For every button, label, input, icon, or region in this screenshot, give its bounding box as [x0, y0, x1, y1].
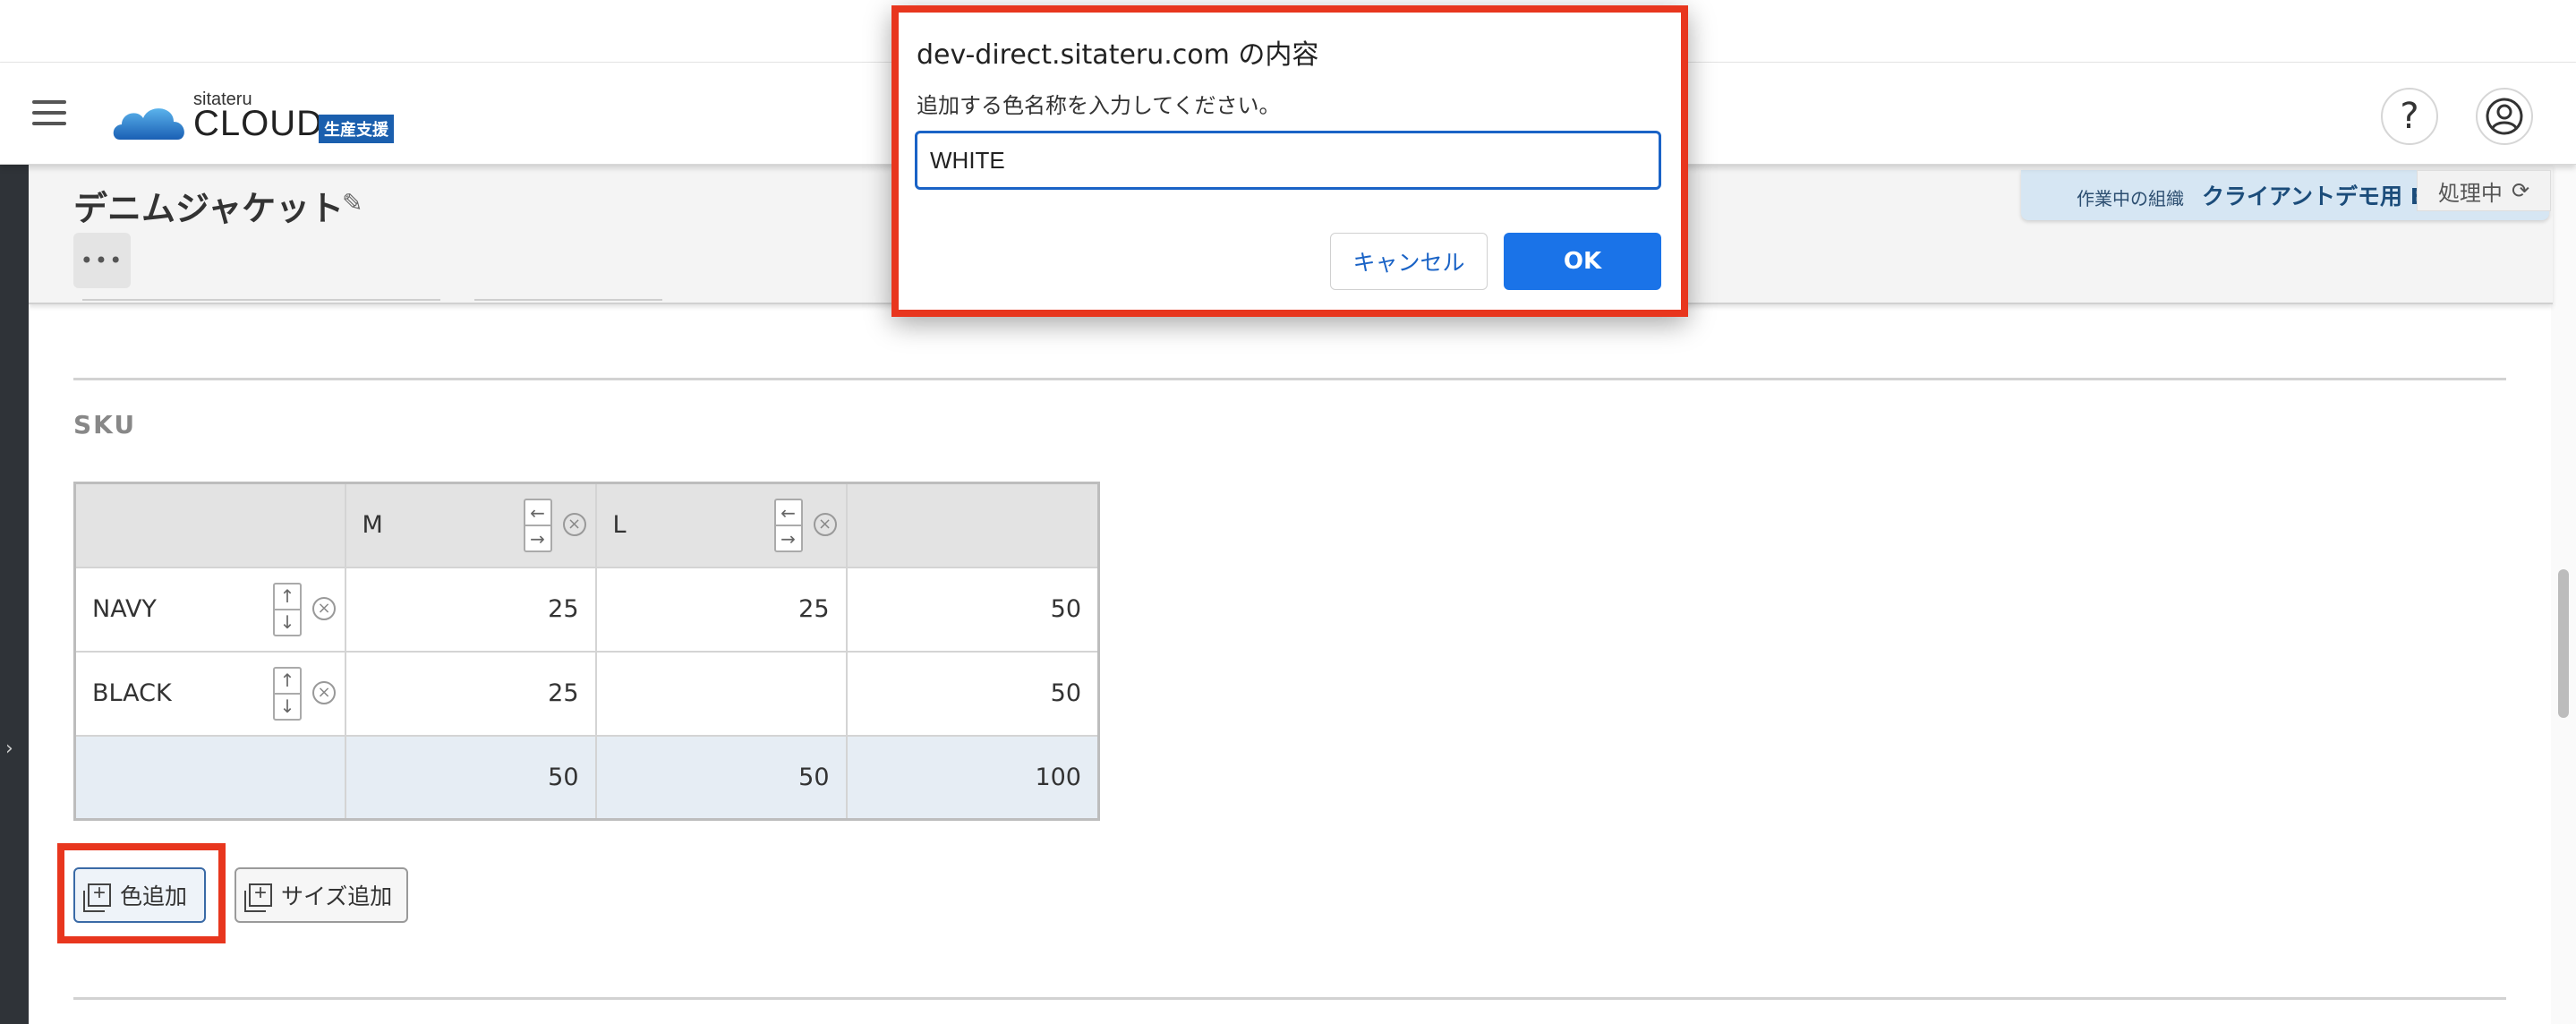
chevron-right-icon[interactable]: ›: [5, 738, 13, 760]
table-row: BLACK ↑ ↓ × 25 50: [73, 650, 1100, 737]
totals-label-cell: [73, 734, 346, 821]
add-box-icon: [83, 881, 111, 912]
logo-main-text: CLOUD: [193, 104, 324, 143]
close-circle-icon[interactable]: ×: [312, 596, 336, 620]
table-header-row: M ← → × L ← → ×: [73, 482, 1100, 568]
add-size-label: サイズ追加: [281, 884, 393, 909]
totals-row: 50 50 100: [73, 734, 1100, 821]
arrow-down-icon[interactable]: ↓: [275, 608, 300, 635]
section-divider: [73, 378, 2506, 380]
close-circle-icon[interactable]: ×: [562, 513, 586, 536]
size-label: M: [362, 511, 383, 540]
table-row: NAVY ↑ ↓ × 25 25 50: [73, 566, 1100, 653]
sku-heading: SKU: [73, 410, 137, 439]
ok-button[interactable]: OK: [1504, 233, 1661, 290]
cancel-button[interactable]: キャンセル: [1330, 233, 1488, 290]
hamburger-menu-icon[interactable]: [32, 100, 66, 127]
user-glyph: [2486, 98, 2523, 135]
prompt-dialog: dev-direct.sitateru.com の内容 追加する色名称を入力して…: [891, 5, 1688, 317]
color-label: NAVY: [92, 595, 157, 623]
section-divider: [73, 997, 2506, 1000]
add-color-label: 色追加: [120, 884, 188, 909]
size-reorder-control[interactable]: ← →: [773, 499, 803, 552]
arrow-up-icon[interactable]: ↑: [275, 585, 300, 609]
sku-table: M ← → × L ← → × NAVY ↑ ↓ × 25 25 50 BLAC…: [73, 482, 1100, 821]
left-sidebar-rail[interactable]: ›: [0, 165, 29, 1024]
size-column-l: L ← → ×: [594, 482, 848, 568]
size-label: L: [612, 511, 627, 540]
add-box-icon: [244, 881, 272, 912]
processing-indicator: 処理中 ⟳: [2417, 170, 2551, 211]
arrow-down-icon[interactable]: ↓: [275, 692, 300, 719]
column-total-cell: 50: [344, 734, 597, 821]
quantity-cell[interactable]: 25: [594, 566, 848, 653]
grand-total-cell: 100: [845, 734, 1100, 821]
sitateru-cloud-logo[interactable]: sitateru CLOUD 生産支援: [111, 90, 406, 143]
processing-label: 処理中: [2437, 180, 2503, 206]
more-glyph: •••: [80, 248, 124, 273]
color-name-input[interactable]: [915, 131, 1661, 190]
close-circle-icon[interactable]: ×: [312, 680, 336, 704]
page-title: デニムジャケット: [73, 189, 345, 228]
refresh-icon[interactable]: ⟳: [2512, 178, 2529, 203]
add-color-button[interactable]: 色追加: [73, 867, 206, 923]
arrow-left-icon[interactable]: ←: [525, 500, 550, 525]
color-cell-navy: NAVY ↑ ↓ ×: [73, 566, 346, 653]
row-total-cell: 50: [845, 650, 1100, 737]
dialog-message: 追加する色名称を入力してください。: [917, 93, 1281, 118]
row-total-cell: 50: [845, 566, 1100, 653]
pencil-icon[interactable]: ✎: [342, 188, 363, 218]
quantity-cell[interactable]: 25: [344, 566, 597, 653]
question-mark-icon[interactable]: ?: [2381, 88, 2438, 145]
arrow-up-icon[interactable]: ↑: [275, 669, 300, 693]
quantity-cell[interactable]: 25: [344, 650, 597, 737]
column-total-cell: 50: [594, 734, 848, 821]
arrow-left-icon[interactable]: ←: [776, 500, 801, 525]
help-glyph: ?: [2400, 96, 2419, 137]
arrow-right-icon[interactable]: →: [525, 525, 550, 550]
color-reorder-control[interactable]: ↑ ↓: [273, 666, 302, 721]
size-reorder-control[interactable]: ← →: [523, 499, 552, 552]
more-options-button[interactable]: •••: [73, 233, 131, 288]
tab-underline: [82, 299, 440, 304]
arrow-right-icon[interactable]: →: [775, 525, 801, 550]
table-header-cell: [73, 482, 346, 568]
org-label: 作業中の組織: [2077, 188, 2184, 209]
add-size-button[interactable]: サイズ追加: [235, 867, 408, 923]
color-label: BLACK: [92, 679, 172, 707]
color-reorder-control[interactable]: ↑ ↓: [273, 582, 302, 636]
quantity-cell[interactable]: [594, 650, 848, 737]
color-cell-black: BLACK ↑ ↓ ×: [73, 650, 346, 737]
logo-badge: 生産支援: [319, 115, 394, 143]
scrollbar-thumb[interactable]: [2558, 569, 2569, 718]
cloud-logo-icon: [113, 108, 184, 140]
dialog-title: dev-direct.sitateru.com の内容: [917, 39, 1319, 71]
tab-underline: [474, 299, 662, 304]
size-column-m: M ← → ×: [344, 482, 597, 568]
close-circle-icon[interactable]: ×: [813, 513, 837, 536]
user-account-icon[interactable]: [2476, 88, 2533, 145]
table-header-cell: [845, 482, 1100, 568]
